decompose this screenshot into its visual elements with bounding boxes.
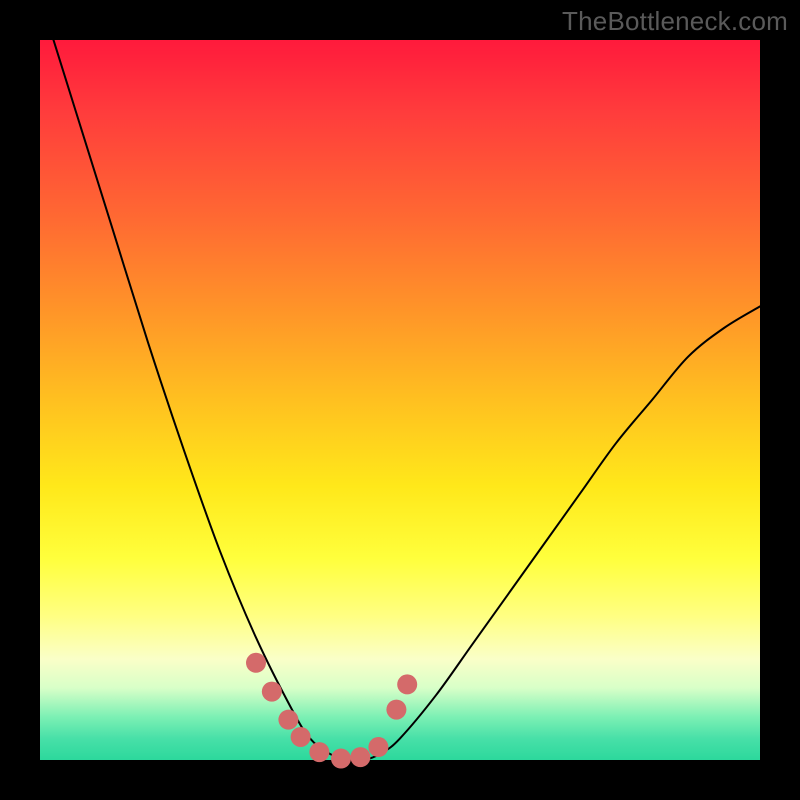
chart-overlay bbox=[40, 40, 760, 760]
curve-marker bbox=[386, 700, 406, 720]
curve-marker bbox=[309, 742, 329, 762]
bottleneck-curve bbox=[40, 0, 760, 761]
curve-marker bbox=[368, 737, 388, 757]
curve-marker bbox=[291, 727, 311, 747]
curve-marker bbox=[278, 710, 298, 730]
curve-marker bbox=[331, 749, 351, 769]
curve-marker bbox=[350, 747, 370, 767]
watermark-text: TheBottleneck.com bbox=[562, 6, 788, 37]
chart-container: TheBottleneck.com bbox=[0, 0, 800, 800]
curve-marker bbox=[397, 674, 417, 694]
curve-marker bbox=[246, 653, 266, 673]
curve-marker bbox=[262, 682, 282, 702]
